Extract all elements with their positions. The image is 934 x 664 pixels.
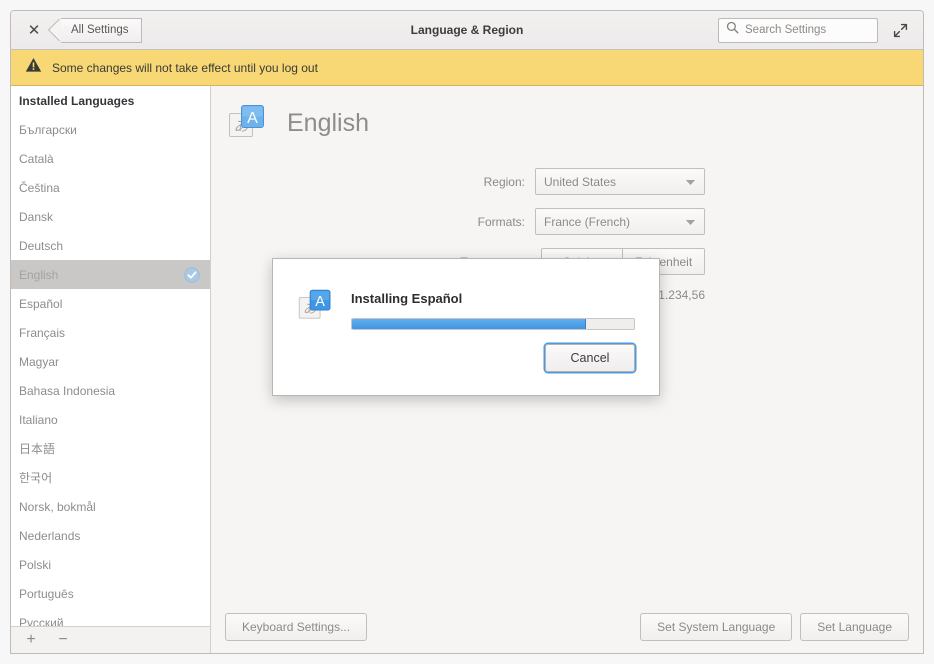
language-list-item[interactable]: Català: [11, 144, 210, 173]
language-label: Português: [19, 587, 74, 601]
detail-title: English: [287, 109, 369, 138]
language-label: Magyar: [19, 355, 59, 369]
window-title-text: Language & Region: [411, 23, 524, 37]
region-dropdown[interactable]: United States: [535, 168, 705, 195]
list-toolbar: + −: [11, 626, 210, 653]
language-list-item[interactable]: Bahasa Indonesia: [11, 376, 210, 405]
check-circle-icon: [184, 267, 200, 283]
dialog-body: あ A Installing Español: [273, 259, 659, 330]
installing-dialog: あ A Installing Español Cancel: [272, 258, 660, 396]
chevron-down-icon: [685, 215, 696, 229]
language-label: Русский: [19, 616, 64, 627]
language-list-item[interactable]: Italiano: [11, 405, 210, 434]
installed-languages-header: Installed Languages: [11, 86, 210, 115]
languages-sidebar: Installed Languages Български Català Češti…: [11, 86, 211, 653]
formats-row: Formats: France (French): [211, 208, 705, 235]
formats-dropdown[interactable]: France (French): [535, 208, 705, 235]
search-icon: [726, 21, 739, 39]
set-system-language-button[interactable]: Set System Language: [640, 613, 792, 641]
language-icon: あ A: [297, 287, 335, 325]
language-list-item[interactable]: English: [11, 260, 210, 289]
all-settings-back-button[interactable]: All Settings: [61, 18, 142, 43]
install-progress-fill: [352, 319, 586, 329]
search-placeholder-text: Search Settings: [745, 24, 826, 36]
language-list-item[interactable]: 日本語: [11, 434, 210, 463]
language-label: 日本語: [19, 440, 55, 457]
language-label: Català: [19, 152, 54, 166]
language-list-item[interactable]: Español: [11, 289, 210, 318]
language-label: Norsk, bokmål: [19, 500, 96, 514]
language-label: Nederlands: [19, 529, 80, 543]
language-list-item[interactable]: Български: [11, 115, 210, 144]
warning-message: Some changes will not take effect until …: [52, 61, 318, 75]
warning-infobar: Some changes will not take effect until …: [11, 50, 923, 86]
region-label: Region:: [484, 175, 525, 189]
svg-text:A: A: [315, 294, 325, 310]
language-list-item[interactable]: 한국어: [11, 463, 210, 492]
language-list-item[interactable]: Čeština: [11, 173, 210, 202]
language-icon: あ A: [227, 102, 269, 144]
language-list-item[interactable]: Français: [11, 318, 210, 347]
language-list-item[interactable]: Русский: [11, 608, 210, 626]
region-row: Region: United States: [211, 168, 705, 195]
language-list-item[interactable]: Magyar: [11, 347, 210, 376]
language-label: Polski: [19, 558, 51, 572]
add-language-button[interactable]: +: [17, 628, 45, 652]
close-button[interactable]: ✕: [23, 19, 45, 41]
maximize-icon[interactable]: [888, 18, 912, 42]
language-list[interactable]: Installed Languages Български Català Češti…: [11, 86, 210, 626]
language-label: Dansk: [19, 210, 53, 224]
dialog-actions: Cancel: [273, 330, 659, 372]
language-label: Deutsch: [19, 239, 63, 253]
header-right-group: Search Settings: [718, 18, 914, 43]
header-bar: ✕ All Settings Language & Region Search …: [11, 11, 923, 50]
language-label: Français: [19, 326, 65, 340]
chevron-down-icon: [685, 175, 696, 189]
language-label: 한국어: [19, 469, 52, 486]
action-bar-right: Set System Language Set Language: [640, 613, 909, 641]
language-list-item[interactable]: Deutsch: [11, 231, 210, 260]
language-label: Čeština: [19, 181, 60, 195]
language-list-item[interactable]: Norsk, bokmål: [11, 492, 210, 521]
action-bar: Keyboard Settings... Set System Language…: [211, 601, 923, 653]
dialog-title: Installing Español: [351, 291, 635, 306]
language-label: Bahasa Indonesia: [19, 384, 115, 398]
language-label: English: [19, 268, 58, 282]
screen: ✕ All Settings Language & Region Search …: [0, 0, 934, 664]
cancel-button[interactable]: Cancel: [545, 344, 635, 372]
warning-triangle-icon: [25, 57, 42, 78]
language-label: Español: [19, 297, 62, 311]
dialog-main: Installing Español: [351, 287, 635, 330]
formats-label: Formats:: [478, 215, 525, 229]
language-list-item[interactable]: Polski: [11, 550, 210, 579]
region-value: United States: [544, 175, 616, 189]
install-progress-bar: [351, 318, 635, 330]
language-list-item[interactable]: Dansk: [11, 202, 210, 231]
formats-value: France (French): [544, 215, 630, 229]
language-list-item[interactable]: Português: [11, 579, 210, 608]
keyboard-settings-button[interactable]: Keyboard Settings...: [225, 613, 367, 641]
language-label: Italiano: [19, 413, 58, 427]
search-input[interactable]: Search Settings: [718, 18, 878, 43]
remove-language-button[interactable]: −: [49, 628, 77, 652]
all-settings-label: All Settings: [71, 24, 129, 36]
detail-header: あ A English: [211, 86, 923, 144]
svg-text:A: A: [247, 110, 258, 127]
language-list-item[interactable]: Nederlands: [11, 521, 210, 550]
set-language-button[interactable]: Set Language: [800, 613, 909, 641]
language-label: Български: [19, 123, 77, 137]
